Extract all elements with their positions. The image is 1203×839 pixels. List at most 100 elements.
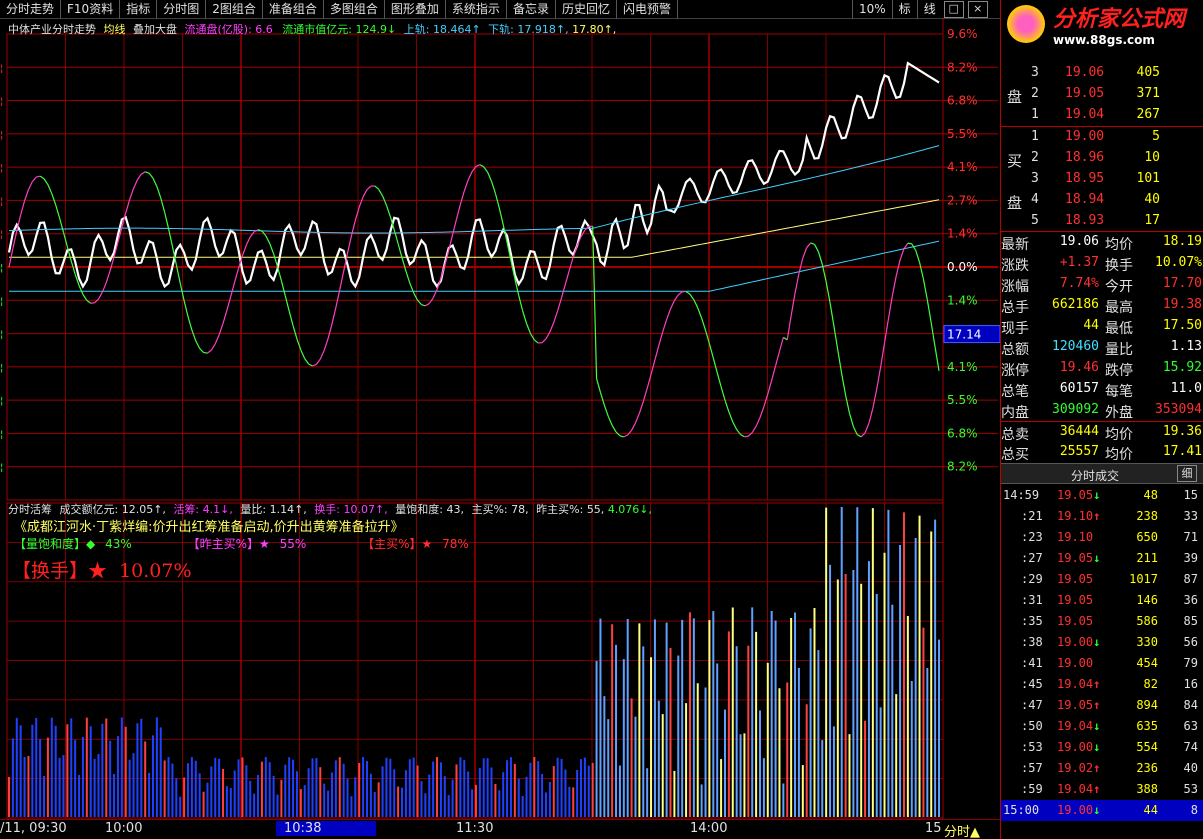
mainbuy-value: 78, [511,503,529,516]
oscillator-segment [23,189,30,202]
tick-row[interactable]: :41 19.00 454 79 [1001,653,1203,674]
tick-count: 8 [1190,803,1198,817]
buy-book-row[interactable]: 买 2 18.96 10 [1001,148,1203,170]
oscillator-segment [475,164,481,167]
book-side: 买 [1007,152,1023,170]
buy-book-row[interactable]: 盘 4 18.94 40 [1001,190,1203,212]
upper-band-line [8,145,940,234]
time-label-2: 10:38 [276,821,376,836]
oscillator-segment [401,257,407,272]
oscillator-segment [771,365,777,381]
tick-row[interactable]: :59 19.04↑ 388 53 [1001,779,1203,800]
tick-price: 19.04↓ [1057,719,1101,733]
tick-row[interactable]: 14:59 19.05↓ 48 15 [1001,485,1203,506]
avg-line-label[interactable]: 均线 [104,23,126,36]
oscillator-segment [918,262,925,280]
oscillator-segment [810,242,815,245]
oscillator-segment [136,173,142,181]
oscillator-segment [156,186,162,199]
tick-row[interactable]: :53 19.00↓ 554 74 [1001,737,1203,758]
quote-label: 外盘 [1105,405,1133,421]
oscillator-segment [125,199,131,214]
oscillator-segment [541,338,547,344]
tick-row[interactable]: :29 19.05 1017 87 [1001,569,1203,590]
logo-title: 分析家公式网 [1053,6,1186,32]
tick-row[interactable]: :23 19.10 650 71 [1001,527,1203,548]
tick-time: :38 [1021,635,1043,649]
sell-book-row[interactable]: 盘 2 19.05 371 [1001,84,1203,106]
oscillator-segment [467,171,473,181]
tick-row[interactable]: :35 19.05 586 85 [1001,611,1203,632]
book-price: 18.94 [1065,192,1105,207]
book-volume: 371 [1136,86,1160,101]
oscillator-segment [689,293,695,301]
oscillator-segment [101,282,107,293]
ratio-label: 量比: [240,503,267,516]
left-axis-tick: ¦ [0,97,3,108]
oscillator-segment [685,291,691,295]
tick-count: 56 [1183,635,1198,649]
quote-row: 内盘 309092 外盘 353094 [1001,400,1203,421]
oscillator-segment [662,319,668,333]
ratio-value: 1.14↑, [269,503,307,516]
tick-row[interactable]: 15:00 19.00↓ 44 8 [1001,800,1203,821]
oscillator-segment [164,212,170,229]
pct-label-up: 8.2% [947,60,978,74]
oscillator-segment [425,303,430,307]
oscillator-segment [36,175,41,178]
quote-value: 19.38 [1162,297,1202,312]
tick-volume: 554 [1136,740,1158,754]
tick-row[interactable]: :47 19.05↑ 894 84 [1001,695,1203,716]
tick-time: :27 [1021,551,1043,565]
book-price: 19.06 [1065,65,1105,80]
tick-count: 33 [1183,509,1198,523]
time-axis: /11, 09:30 10:00 10:38 11:30 14:00 15 分时▲ [0,819,1000,839]
quote-value: 11.0 [1170,381,1202,396]
buy-book-row[interactable]: 5 18.93 17 [1001,211,1203,232]
ticks-header[interactable]: 分时成交 细 [1001,463,1203,484]
turn-value: 10.07% [119,560,192,582]
quote-label: 跌停 [1105,363,1133,379]
quote-label: 内盘 [1001,405,1029,421]
oscillator-segment [829,302,835,327]
oscillator-segment [778,337,784,352]
tick-row[interactable]: :57 19.02↑ 236 40 [1001,758,1203,779]
oscillator-segment [872,389,878,409]
prev-label: 【昨主买%】★ [187,537,270,551]
oscillator-segment [592,226,598,379]
quote-label: 换手 [1105,258,1133,274]
oscillator-segment [327,323,333,339]
book-level: 2 [1031,86,1039,101]
oscillator-segment [183,300,189,317]
tick-row[interactable]: :45 19.04↑ 82 16 [1001,674,1203,695]
upper-band-value: 18.464↑ [432,23,481,36]
oscillator-segment [856,434,862,438]
tick-row[interactable]: :21 19.10↑ 238 33 [1001,506,1203,527]
quote-value: 18.19 [1162,234,1202,249]
oscillator-segment [673,294,679,301]
period-tab[interactable]: 分时▲ [944,821,980,839]
quote-label: 最低 [1105,321,1133,337]
buy-book-row[interactable]: 3 18.95 101 [1001,169,1203,190]
oscillator-segment [479,164,484,168]
tick-row[interactable]: :50 19.04↓ 635 63 [1001,716,1203,737]
cursor-price-value: 17.14 [947,328,981,342]
buy-book-row[interactable]: 1 19.00 5 [1001,127,1203,148]
sub-title: 分时活筹 [8,503,52,516]
pct-label-down: 1.4% [947,293,978,307]
tick-row[interactable]: :38 19.00↓ 330 56 [1001,632,1203,653]
tick-price: 19.00↓ [1057,740,1101,754]
sell-book-row[interactable]: 1 19.04 267 [1001,105,1203,126]
oscillator-segment [926,299,932,324]
ticks-toggle-icon[interactable]: 细 [1177,465,1197,482]
quote-value: 19.46 [1059,360,1099,375]
overlay-index-label[interactable]: 叠加大盘 [133,23,177,36]
oscillator-segment [428,297,434,304]
oscillator-segment [595,378,602,393]
tick-row[interactable]: :27 19.05↓ 211 39 [1001,548,1203,569]
turnover-annotation: 【换手】★ 10.07% [12,556,192,583]
tick-count: 40 [1183,761,1198,775]
intraday-chart[interactable]: 9.6% 8.2% 6.8% 5.5% 4.1% 2.7% 1.4% 0.0% 1.4% 4.1%… [0,0,1000,839]
sell-book-row[interactable]: 3 19.06 405 [1001,63,1203,84]
tick-row[interactable]: :31 19.05 146 36 [1001,590,1203,611]
